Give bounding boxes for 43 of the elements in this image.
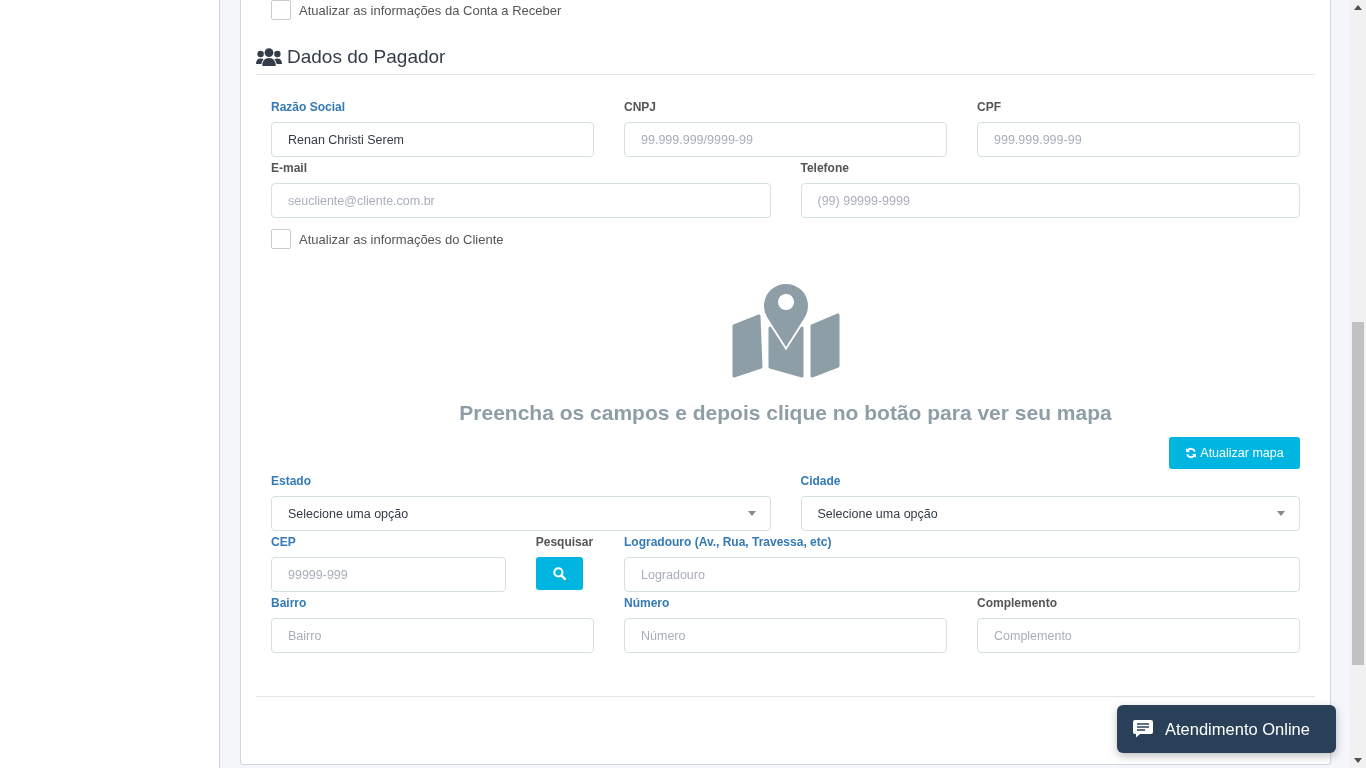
field-label: CEP — [271, 534, 296, 551]
dropdown-field[interactable]: Selecione uma opção — [271, 496, 771, 531]
field-label: Cidade — [800, 473, 841, 490]
map-hint-text: Preencha os campos e depois clique no botão para ver seu mapa — [459, 400, 1112, 426]
field-label: Complemento — [977, 595, 1057, 612]
checkbox[interactable] — [271, 229, 291, 249]
scroll-up-icon[interactable] — [1354, 5, 1362, 10]
field-label: Estado — [271, 473, 311, 490]
scrollbar-thumb[interactable] — [1352, 322, 1364, 665]
field-label: CPF — [977, 99, 1001, 116]
text-field[interactable]: Logradouro — [624, 557, 1300, 592]
section-title: Dados do Pagador — [287, 45, 446, 69]
text-field[interactable]: seucliente@cliente.com.br — [271, 183, 771, 218]
field-label: Número — [624, 595, 670, 612]
checkbox-label: Atualizar as informações da Conta a Receber — [299, 2, 562, 18]
text-field[interactable]: 999.999.999-99 — [977, 122, 1300, 157]
checkbox[interactable] — [271, 0, 291, 20]
field-label: CNPJ — [624, 99, 656, 116]
field-label: Razão Social — [271, 99, 346, 116]
text-field[interactable]: Complemento — [977, 618, 1300, 653]
caret-icon — [747, 511, 756, 516]
text-field[interactable]: 99999-999 — [271, 557, 506, 592]
checkbox-label: Atualizar as informações do Cliente — [299, 231, 504, 247]
text-field[interactable]: Número — [624, 618, 947, 653]
dropdown-field[interactable]: Selecione uma opção — [800, 496, 1300, 531]
text-field[interactable]: 99.999.999/9999-99 — [624, 122, 947, 157]
field-label: Bairro — [271, 595, 307, 612]
text-field[interactable]: (99) 99999-9999 — [800, 183, 1300, 218]
field-label: Telefone — [800, 160, 849, 177]
search-button[interactable] — [535, 557, 583, 590]
caret-icon — [1277, 511, 1285, 516]
users-icon — [256, 48, 282, 66]
field-label: Pesquisar — [535, 534, 594, 551]
online-support-button[interactable]: Atendimento Online — [1117, 705, 1336, 753]
chat-icon — [1133, 720, 1153, 738]
map-pin-icon — [730, 281, 841, 379]
field-label: E-mail — [271, 160, 307, 177]
text-field[interactable]: Renan Christi Serem — [271, 122, 594, 157]
search-icon — [552, 567, 566, 580]
field-label: Logradouro (Av., Rua, Travessa, etc) — [624, 534, 832, 551]
refresh-icon — [1185, 447, 1198, 459]
scroll-down-icon[interactable] — [1354, 758, 1362, 763]
text-field[interactable]: Bairro — [271, 618, 594, 653]
